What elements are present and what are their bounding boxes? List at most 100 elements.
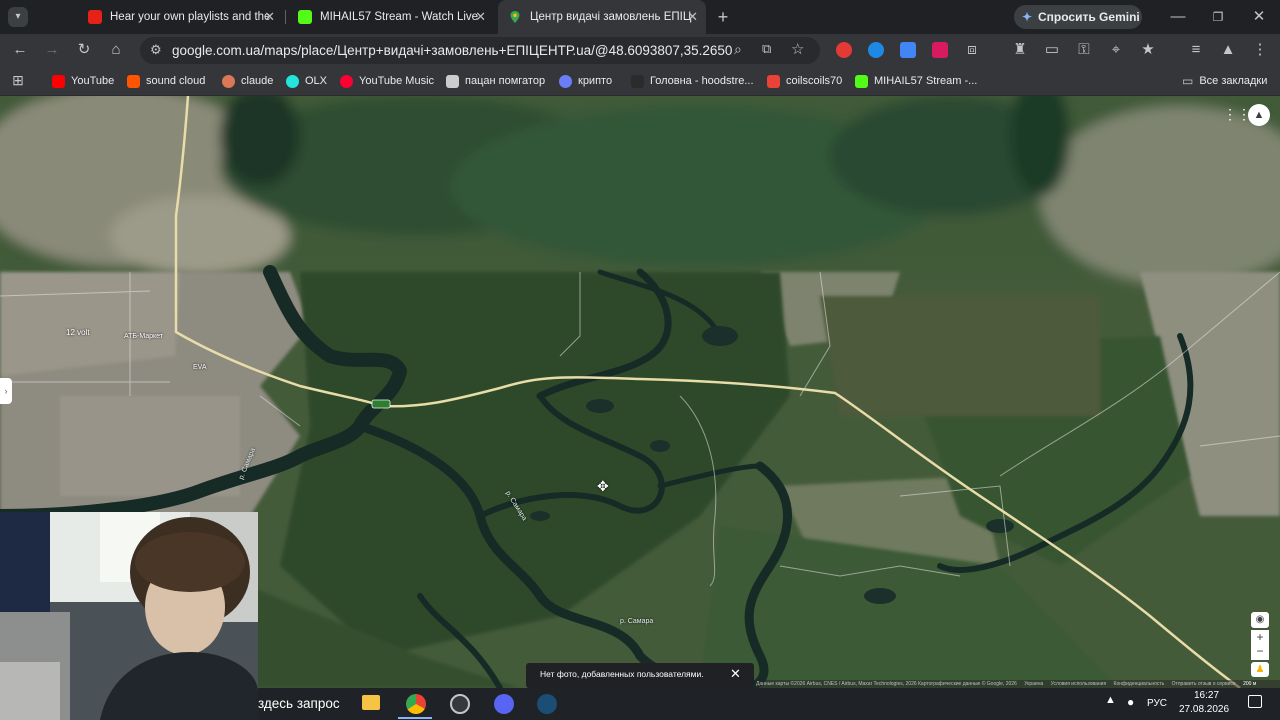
steam-icon[interactable] [537,694,557,714]
bookmark-claude[interactable]: claude [222,73,273,89]
bookmark-label: пацан помгатор [465,75,546,87]
bookmark-label: MIHAIL57 Stream -... [874,75,978,87]
window-close-icon[interactable]: ✕ [1249,7,1269,27]
zoom-out-button[interactable]: − [1251,645,1269,660]
toast-message: Нет фото, добавленных пользователями. [540,669,704,679]
tab-google-maps[interactable]: Центр видачі замовлень ЕПІЦ ✕ [498,0,706,34]
compass-icon[interactable]: ◉ [1251,612,1269,628]
new-tab-icon[interactable]: + [713,7,733,27]
apps-grid-icon[interactable]: ⊞ [8,70,28,90]
windows-taskbar: здесь запрос ▲ ● РУС 16:27 27.08.2026 [258,688,1280,720]
maximize-icon[interactable]: ❐ [1208,7,1228,27]
hoodstream-icon [631,74,644,88]
bookmark-label: coilscoils70 [786,75,843,87]
patsan-icon [446,74,459,88]
bookmark-hoodstream[interactable]: Головна - hoodstre... [631,73,754,89]
bookmark-label: claude [241,75,274,87]
payment-card-icon[interactable]: ▭ [1042,40,1062,60]
extension-blue-icon[interactable] [868,42,884,58]
media-controls-icon[interactable]: ≡ [1186,40,1206,60]
pegman-icon[interactable]: ♟ [1251,662,1269,677]
bookmark-kick[interactable]: MIHAIL57 Stream -... [855,73,977,89]
location-pin-icon[interactable]: ⌖ [1106,40,1126,60]
language-indicator[interactable]: РУС [1147,698,1167,709]
microphone-icon[interactable]: ● [1127,695,1134,709]
crypto-icon [559,74,572,88]
taskbar-active-indicator [398,717,432,719]
notifications-icon[interactable] [1248,695,1262,708]
poi-label-eva[interactable]: EVA [193,364,207,371]
taskbar-search-input[interactable]: здесь запрос [258,696,340,711]
bookmark-olx[interactable]: OLX [286,73,327,89]
tab-soundcloud[interactable]: Hear your own playlists and the ✕ [78,4,283,30]
home-icon[interactable]: ⌂ [106,40,126,60]
toast-close-icon[interactable]: ✕ [730,666,741,682]
chrome-taskbar-icon[interactable] [406,694,426,714]
youtube-music-icon [340,74,353,88]
google-apps-icon[interactable]: ⋮⋮ [1223,106,1251,123]
url-text[interactable]: google.com.ua/maps/place/Центр+видачі+за… [172,43,732,58]
poi-label-12volt[interactable]: 12 volt [66,328,90,337]
password-key-icon[interactable]: ⚿ [1074,40,1094,60]
clock-time[interactable]: 16:27 [1194,690,1219,701]
account-avatar[interactable]: ▲ [1248,104,1270,126]
kick-favicon-icon [298,10,312,24]
scale-bar-label[interactable]: 200 м [1243,681,1256,687]
bookmarks-star-icon[interactable]: ★ [1138,40,1158,60]
bookmark-star-icon[interactable]: ☆ [791,40,804,58]
river-label: р. Самара [620,618,654,625]
incognito-icon[interactable]: ♜ [1010,40,1030,60]
extensions-puzzle-icon[interactable]: ⧈ [962,40,982,60]
menu-kebab-icon[interactable]: ⋮ [1250,40,1270,60]
attribution-link[interactable]: Украина [1024,681,1043,687]
bookmark-label: sound cloud [146,75,206,87]
clock-date[interactable]: 27.08.2026 [1179,704,1229,715]
tab-strip: ▾ Hear your own playlists and the ✕ MIHA… [0,0,1280,34]
all-bookmarks-button[interactable]: ▭ Все закладки [1182,73,1267,89]
extension-red-icon[interactable] [836,42,852,58]
address-bar[interactable]: ⚙ google.com.ua/maps/place/Центр+видачі+… [140,37,820,64]
obs-icon[interactable] [450,694,470,714]
forward-icon[interactable]: → [42,40,62,60]
folder-icon: ▭ [1182,74,1194,88]
olx-icon [286,74,299,88]
bookmark-crypto[interactable]: крипто [559,73,612,89]
attribution-link[interactable]: Условия использования [1051,681,1107,687]
bookmark-youtube[interactable]: YouTube [52,73,114,89]
close-icon[interactable]: ✕ [687,9,698,25]
open-in-app-icon[interactable]: ⧉ [762,41,771,57]
bookmark-soundcloud[interactable]: sound cloud [127,73,205,89]
discord-icon[interactable] [494,694,514,714]
claude-icon [222,74,235,88]
poi-label-atb[interactable]: АТБ-Маркет [124,333,163,340]
bookmark-label: YouTube Music [359,75,435,87]
gemini-label: Спросить Gemini [1038,10,1140,24]
file-explorer-icon[interactable] [362,695,380,710]
close-icon[interactable]: ✕ [475,9,486,25]
close-icon[interactable]: ✕ [264,9,275,25]
tab-search-icon[interactable]: ▾ [8,7,28,27]
extension-pink-icon[interactable] [932,42,948,58]
bookmark-gmail[interactable]: coilscoils70 [767,73,842,89]
zoom-in-button[interactable]: + [1251,630,1269,645]
bookmark-patsan[interactable]: пацан помгатор [446,73,545,89]
attribution-link[interactable]: Конфиденциальность [1114,681,1165,687]
gemini-button[interactable]: ✦ Спросить Gemini [1014,5,1142,29]
reload-icon[interactable]: ↻ [74,40,94,60]
tab-kick-stream[interactable]: MIHAIL57 Stream - Watch Live ✕ [288,4,494,30]
tray-chevron-icon[interactable]: ▲ [1105,694,1116,706]
webcam-image [0,512,258,720]
minimize-icon[interactable]: — [1168,7,1188,27]
attribution-link[interactable]: Отправить отзыв о сервисе [1172,681,1236,687]
expand-panel-button[interactable]: › [0,378,12,404]
zoom-icon[interactable]: ⌕ [734,41,742,58]
back-icon[interactable]: ← [10,40,30,60]
google-translate-icon[interactable] [900,42,916,58]
browser-toolbar: ← → ↻ ⌂ ⚙ google.com.ua/maps/place/Центр… [0,34,1280,66]
profile-avatar-icon[interactable]: ▲ [1218,40,1238,60]
soundcloud-icon [127,74,140,88]
site-info-icon[interactable]: ⚙ [150,42,162,58]
tab-separator [285,10,286,24]
bookmark-youtube-music[interactable]: YouTube Music [340,73,434,89]
low-res-tile-band [0,96,1280,286]
